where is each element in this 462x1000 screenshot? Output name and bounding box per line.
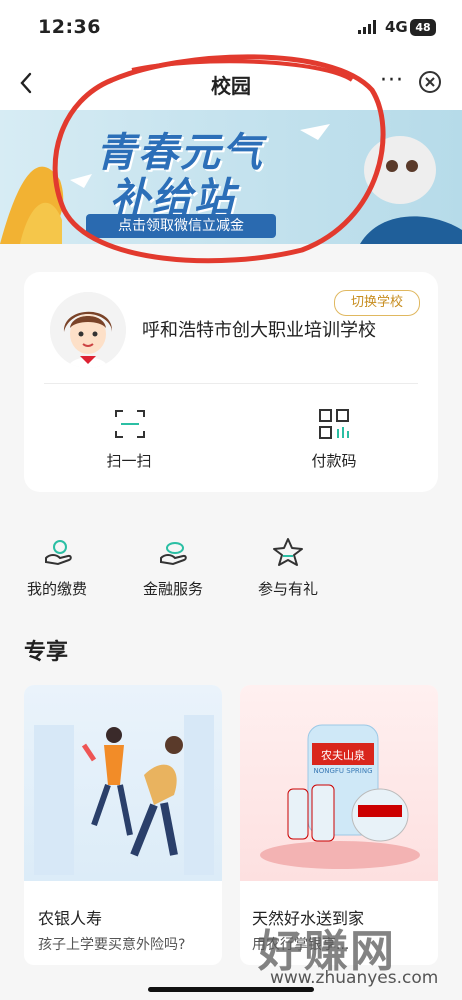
payment-icon[interactable] bbox=[42, 536, 74, 568]
brand-label: 农夫山泉 bbox=[321, 748, 365, 762]
section-title: 专享 bbox=[24, 640, 69, 665]
switch-school-button[interactable]: 切换学校 bbox=[334, 290, 420, 316]
scan-label[interactable]: 扫一扫 bbox=[79, 450, 179, 471]
tile-insurance-subtitle[interactable]: 孩子上学要买意外险吗? bbox=[38, 934, 185, 954]
close-icon[interactable] bbox=[418, 70, 442, 94]
status-time: 12:36 bbox=[38, 16, 101, 38]
battery-icon: 48 bbox=[410, 19, 436, 36]
signal-icon bbox=[358, 20, 376, 34]
avatar bbox=[50, 292, 126, 368]
payment-code-icon[interactable] bbox=[317, 407, 351, 441]
divider bbox=[44, 383, 418, 384]
water-product-image: 农夫山泉 NONGFU SPRING bbox=[240, 685, 438, 881]
star-icon[interactable] bbox=[272, 536, 304, 568]
home-indicator[interactable] bbox=[148, 987, 314, 992]
payment-code-label[interactable]: 付款码 bbox=[284, 450, 384, 471]
red-circle-annotation bbox=[52, 54, 386, 264]
tile-insurance-title[interactable]: 农银人寿 bbox=[38, 905, 102, 929]
watermark-url: www.zhuanyes.com bbox=[270, 968, 439, 988]
insurance-illustration bbox=[24, 685, 222, 881]
network-label: 4G bbox=[385, 18, 408, 36]
brand-en-label: NONGFU SPRING bbox=[313, 767, 372, 775]
school-name: 呼和浩特市创大职业培训学校 bbox=[142, 320, 376, 341]
scan-icon[interactable] bbox=[113, 407, 147, 441]
service-gift-label[interactable]: 参与有礼 bbox=[233, 578, 343, 599]
service-payment-label[interactable]: 我的缴费 bbox=[2, 578, 112, 599]
finance-icon[interactable] bbox=[157, 536, 189, 568]
service-finance-label[interactable]: 金融服务 bbox=[118, 578, 228, 599]
